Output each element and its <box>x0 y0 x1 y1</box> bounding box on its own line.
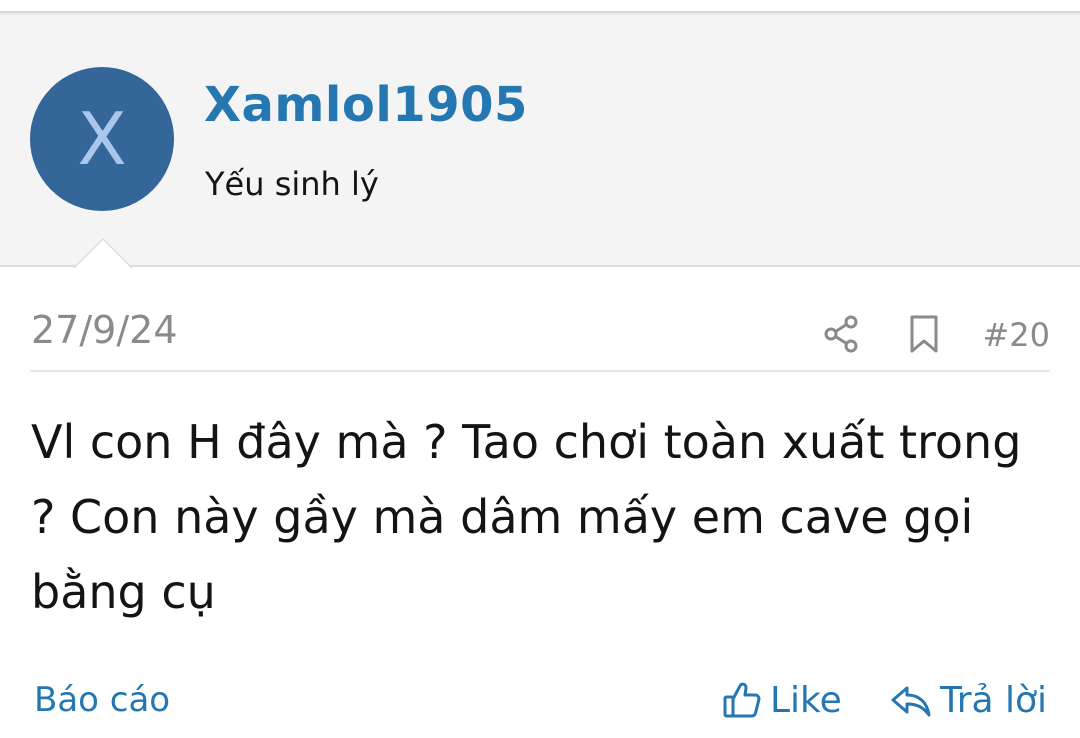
reply-icon <box>890 680 932 720</box>
reply-label: Trả lời <box>940 679 1048 721</box>
like-label: Like <box>770 679 842 721</box>
report-link[interactable]: Báo cáo <box>34 680 170 720</box>
avatar-letter: X <box>77 97 127 181</box>
post-date[interactable]: 27/9/24 <box>31 308 178 352</box>
header-pointer-arrow <box>73 238 133 268</box>
share-icon[interactable] <box>822 314 862 354</box>
user-header: X Xamlol1905 Yếu sinh lý <box>0 13 1080 267</box>
user-title: Yếu sinh lý <box>205 165 379 203</box>
avatar[interactable]: X <box>30 67 174 211</box>
post-number-link[interactable]: #20 <box>982 316 1050 354</box>
forum-post: X Xamlol1905 Yếu sinh lý 27/9/24 #20 Vl … <box>0 0 1080 738</box>
post-meta-row: 27/9/24 #20 <box>30 300 1050 372</box>
post-body: Vl con H đây mà ? Tao chơi toàn xuất tro… <box>31 415 1022 619</box>
bookmark-icon[interactable] <box>904 314 944 354</box>
like-button[interactable]: Like <box>722 676 842 724</box>
username-link[interactable]: Xamlol1905 <box>204 77 528 133</box>
reply-button[interactable]: Trả lời <box>890 676 1047 724</box>
thumbs-up-icon <box>722 680 762 720</box>
top-divider <box>0 0 1080 13</box>
